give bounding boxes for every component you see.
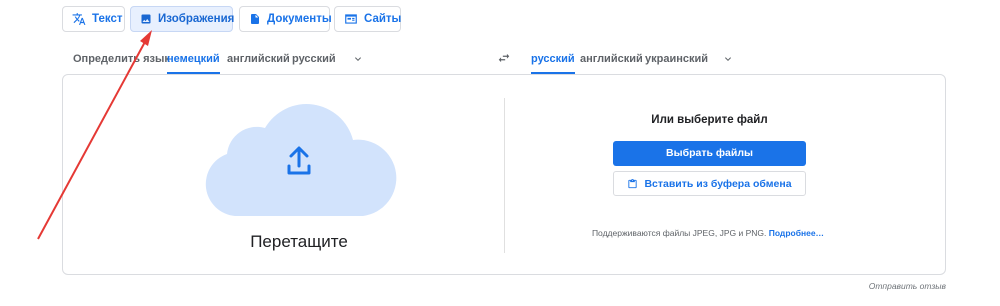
lang-detect[interactable]: Определить язык [73,46,170,74]
website-icon [345,14,357,24]
tab-websites[interactable]: Сайты [334,6,401,32]
paste-button-label: Вставить из буфера обмена [644,177,792,190]
document-icon [251,14,259,24]
tab-text[interactable]: Текст [62,6,125,32]
translate-icon [72,13,86,25]
lang-target-english[interactable]: английский [580,46,643,74]
tab-images-label: Изображения [158,13,235,25]
clipboard-icon [628,178,638,188]
tab-images[interactable]: Изображения [130,6,235,32]
tab-documents[interactable]: Документы [239,6,332,32]
image-upload-card: Перетащите Или выберите файл Выбрать фай… [62,74,946,275]
lang-target-ukrainian[interactable]: украинский [645,46,708,74]
chevron-down-icon[interactable] [722,53,734,65]
send-feedback-link[interactable]: Отправить отзыв [869,281,946,291]
swap-languages-icon[interactable] [496,51,512,65]
source-language-bar: Определить язык немецкий английский русс… [73,46,373,76]
lang-source-russian[interactable]: русский [292,46,336,74]
image-icon [141,14,151,24]
learn-more-link[interactable]: Подробнее… [769,228,824,238]
paste-from-clipboard-button[interactable]: Вставить из буфера обмена [613,171,806,196]
supported-formats-text: Поддерживаются файлы JPEG, JPG и PNG. По… [533,228,883,238]
tab-websites-label: Сайты [364,13,402,25]
chevron-down-icon[interactable] [352,53,364,65]
lang-source-english[interactable]: английский [227,46,290,74]
tab-documents-label: Документы [267,13,332,25]
cloud-upload-icon[interactable] [203,94,398,216]
target-language-bar: русский английский украинский [531,46,741,76]
drop-zone-label: Перетащите [250,232,348,251]
supported-formats-label: Поддерживаются файлы JPEG, JPG и PNG. [591,228,767,238]
choose-file-heading: Или выберите файл [651,114,768,126]
lang-source-german[interactable]: немецкий [167,46,220,74]
tab-text-label: Текст [92,13,123,25]
card-divider [504,98,505,253]
lang-target-russian[interactable]: русский [531,46,575,74]
choose-files-button[interactable]: Выбрать файлы [613,141,806,166]
